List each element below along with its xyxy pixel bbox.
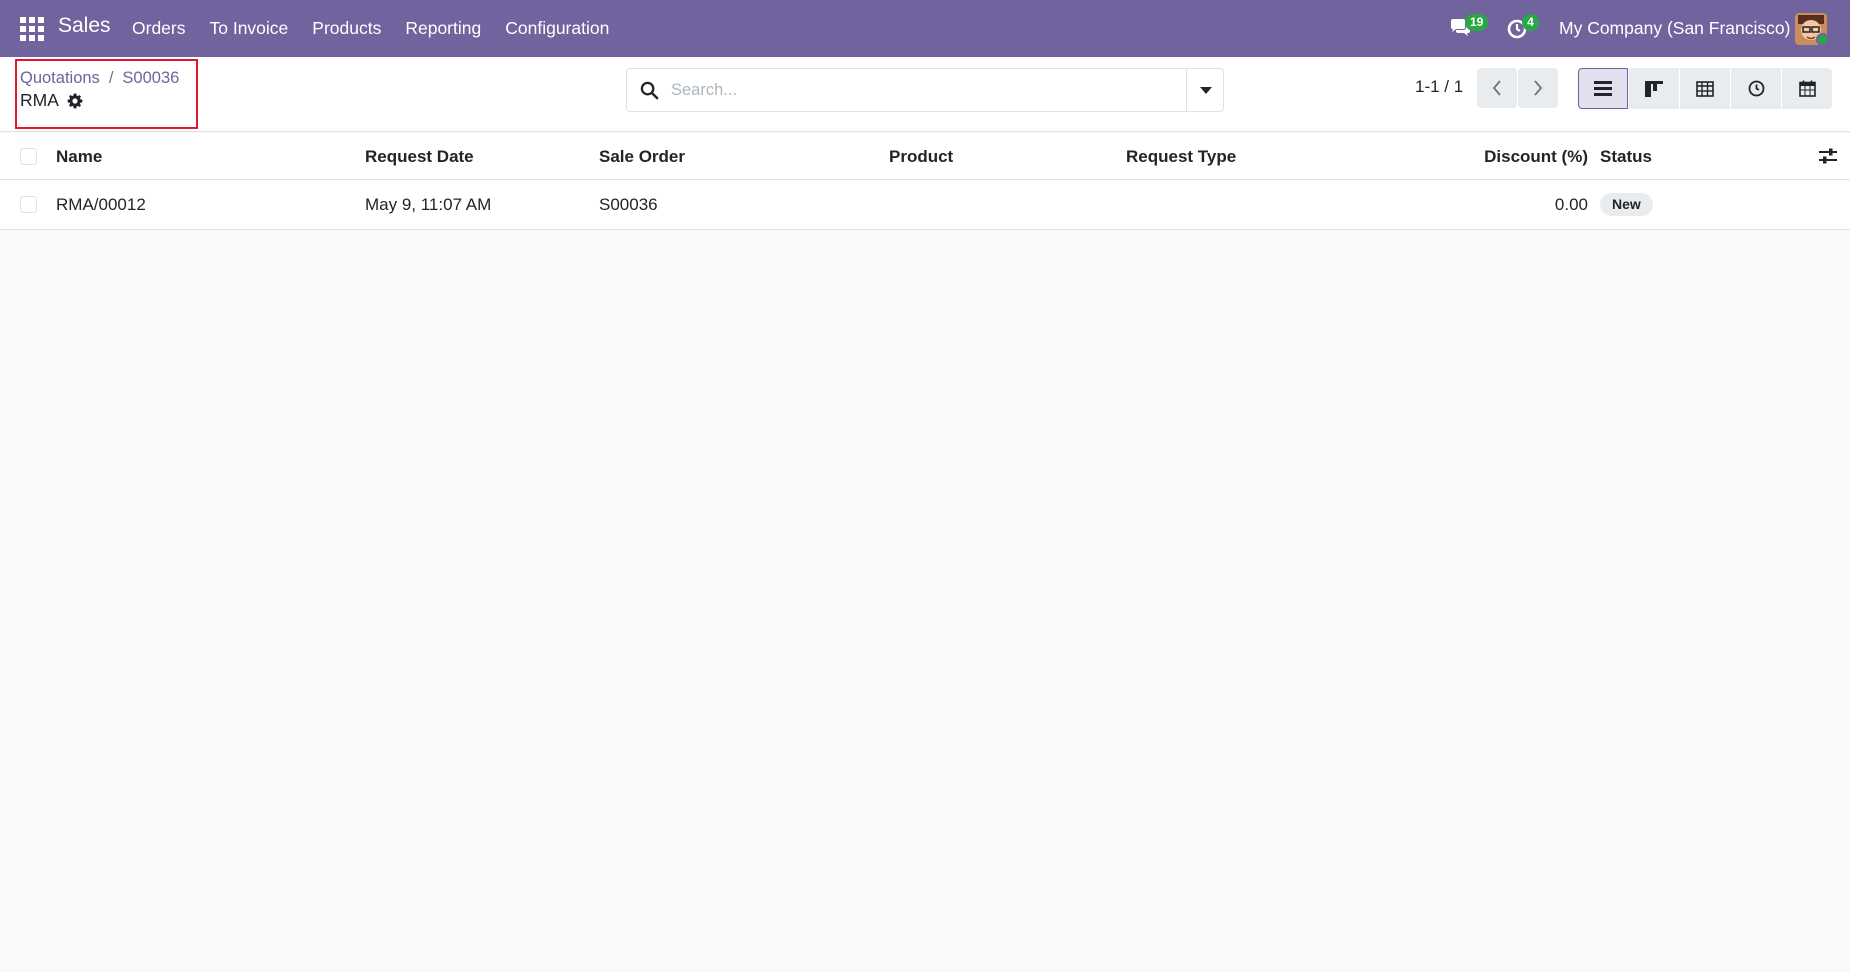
main-menu: Orders To Invoice Products Reporting Con… xyxy=(120,0,621,57)
chevron-right-icon xyxy=(1534,80,1543,96)
view-switcher xyxy=(1578,68,1833,109)
app-name[interactable]: Sales xyxy=(58,14,111,38)
control-panel: Quotations / S00036 RMA 1-1 / 1 xyxy=(0,57,1850,132)
search-options-toggle[interactable] xyxy=(1186,69,1223,111)
chevron-left-icon xyxy=(1492,80,1501,96)
column-header-product[interactable]: Product xyxy=(889,147,953,167)
status-badge: New xyxy=(1600,193,1653,216)
breadcrumb-separator: / xyxy=(108,69,114,87)
cell-sale-order: S00036 xyxy=(599,195,658,214)
view-list-button[interactable] xyxy=(1578,68,1628,109)
clock-icon xyxy=(1748,80,1764,97)
table-header: Name Request Date Sale Order Product Req… xyxy=(0,133,1850,180)
view-calendar-button[interactable] xyxy=(1782,68,1832,109)
optional-columns-sliders-icon[interactable] xyxy=(1818,147,1838,165)
company-switcher[interactable]: My Company (San Francisco) xyxy=(1559,18,1790,39)
column-header-sale-order[interactable]: Sale Order xyxy=(599,147,685,167)
column-header-discount[interactable]: Discount (%) xyxy=(1484,147,1588,167)
calendar-icon xyxy=(1798,80,1816,97)
select-all-checkbox[interactable] xyxy=(20,148,37,165)
top-navbar: Sales Orders To Invoice Products Reporti… xyxy=(0,0,1850,57)
search-icon xyxy=(640,81,659,100)
cell-request-date: May 9, 11:07 AM xyxy=(365,195,492,214)
pager-previous-button[interactable] xyxy=(1477,68,1517,108)
menu-item-configuration[interactable]: Configuration xyxy=(493,18,621,39)
menu-item-orders[interactable]: Orders xyxy=(120,18,197,39)
view-activity-button[interactable] xyxy=(1731,68,1781,109)
row-checkbox[interactable] xyxy=(20,196,37,213)
view-kanban-button[interactable] xyxy=(1629,68,1679,109)
activities-count-badge: 4 xyxy=(1522,14,1539,31)
column-header-status[interactable]: Status xyxy=(1600,147,1652,167)
pivot-table-icon xyxy=(1696,80,1714,97)
search-bar xyxy=(626,68,1224,112)
table-row[interactable]: RMA/00012 May 9, 11:07 AM S00036 0.00 Ne… xyxy=(0,180,1850,230)
column-header-request-date[interactable]: Request Date xyxy=(365,147,474,167)
column-header-request-type[interactable]: Request Type xyxy=(1126,147,1236,167)
cell-name: RMA/00012 xyxy=(56,195,146,214)
online-status-dot xyxy=(1816,33,1829,46)
pager-next-button[interactable] xyxy=(1518,68,1558,108)
breadcrumb: Quotations / S00036 xyxy=(20,69,179,88)
cell-discount: 0.00 xyxy=(1554,195,1588,214)
breadcrumb-sale-order[interactable]: S00036 xyxy=(122,69,179,87)
app-grid-icon[interactable] xyxy=(20,17,44,41)
page-title: RMA xyxy=(20,90,59,110)
kanban-view-icon xyxy=(1645,80,1663,97)
column-header-name[interactable]: Name xyxy=(56,147,102,167)
page-title-row: RMA xyxy=(20,90,83,111)
list-view-icon xyxy=(1594,81,1612,96)
messages-count-badge: 19 xyxy=(1465,14,1489,31)
view-pivot-button[interactable] xyxy=(1680,68,1730,109)
search-input[interactable] xyxy=(671,69,1171,111)
menu-item-products[interactable]: Products xyxy=(300,18,393,39)
menu-item-to-invoice[interactable]: To Invoice xyxy=(197,18,300,39)
gear-icon[interactable] xyxy=(67,93,83,109)
menu-item-reporting[interactable]: Reporting xyxy=(393,18,493,39)
pager-value[interactable]: 1-1 / 1 xyxy=(1415,77,1463,97)
breadcrumb-quotations[interactable]: Quotations xyxy=(20,69,100,87)
caret-down-icon xyxy=(1200,87,1212,94)
